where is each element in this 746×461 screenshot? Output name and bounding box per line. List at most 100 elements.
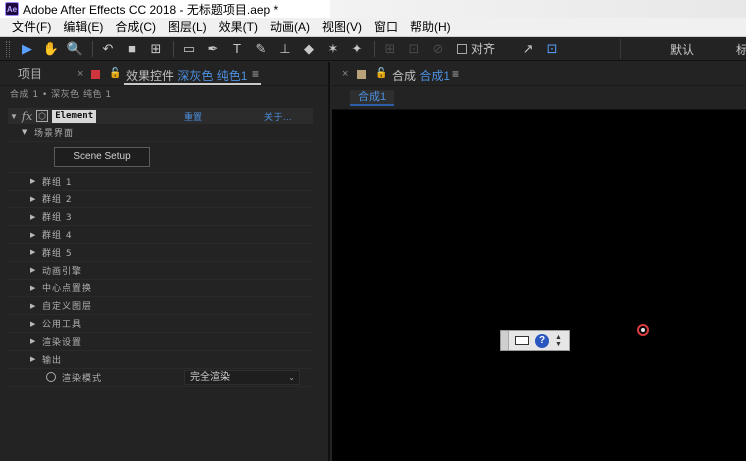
property-group[interactable]: ▶ 群组 4 [8, 226, 313, 244]
stopwatch-icon[interactable] [46, 372, 56, 383]
eraser-tool-icon[interactable]: ◆ [300, 40, 318, 58]
roto-brush-tool-icon[interactable]: ✶ [324, 40, 342, 58]
panel-menu-icon[interactable]: ≡ [452, 67, 459, 81]
menu-window[interactable]: 窗口 [368, 18, 404, 37]
menu-composition[interactable]: 合成(C) [109, 18, 162, 37]
close-icon[interactable]: × [77, 68, 83, 80]
layer-color-label [91, 70, 100, 79]
expand-triangle-icon[interactable]: ▶ [30, 231, 42, 239]
snap-target-icon[interactable]: ⊡ [543, 40, 561, 58]
composition-breadcrumb-bar: 合成1 [332, 86, 746, 110]
rotate-tool-icon[interactable]: ↶ [99, 40, 117, 58]
render-mode-label: 渲染模式 [62, 373, 103, 384]
property-group[interactable]: ▶ 渲染设置 [8, 333, 313, 351]
toolbar-grip[interactable] [6, 40, 10, 57]
title-bar: Ae Adobe After Effects CC 2018 - 无标题项目.a… [0, 0, 746, 18]
pan-behind-tool-icon[interactable]: ⊞ [147, 40, 165, 58]
close-icon[interactable]: × [342, 68, 348, 80]
element-target-icon[interactable] [637, 324, 649, 336]
property-group[interactable]: ▶ 输出 [8, 351, 313, 369]
tab-composition[interactable]: 合成 合成1 [392, 67, 450, 84]
view-axis-icon[interactable]: ⊘ [429, 40, 447, 58]
expand-triangle-icon[interactable]: ▶ [30, 355, 42, 363]
expand-triangle-icon[interactable]: ▶ [30, 195, 42, 203]
zoom-tool-icon[interactable]: 🔍 [66, 40, 84, 58]
menu-file[interactable]: 文件(F) [6, 18, 57, 37]
expand-triangle-icon[interactable]: ▶ [30, 177, 42, 185]
world-axis-icon[interactable]: ⊡ [405, 40, 423, 58]
tab-project[interactable]: 项目 [18, 65, 42, 82]
toolbar-grip[interactable] [501, 331, 509, 350]
effects-tab-target: 深灰色 纯色1 [177, 69, 248, 83]
comp-tab-label: 合成 [392, 69, 417, 83]
menu-bar: 文件(F) 编辑(E) 合成(C) 图层(L) 效果(T) 动画(A) 视图(V… [0, 18, 746, 37]
toolbar-divider [374, 40, 375, 57]
comp-navigator-chip[interactable]: 合成1 [350, 90, 395, 106]
menu-view[interactable]: 视图(V) [316, 18, 368, 37]
expand-triangle-icon[interactable]: ▶ [30, 266, 42, 274]
property-group[interactable]: ▶ 群组 5 [8, 244, 313, 262]
property-group[interactable]: ▶ 群组 1 [8, 173, 313, 191]
property-group[interactable]: ▶ 群组 3 [8, 208, 313, 227]
expand-triangle-icon[interactable]: ▶ [30, 248, 42, 256]
property-group[interactable]: ▶ 公用工具 [8, 315, 313, 333]
help-icon[interactable]: ? [535, 333, 549, 348]
workspace-standard[interactable]: 标 [736, 41, 746, 58]
expand-triangle-icon[interactable]: ▶ [30, 284, 42, 292]
selection-tool-icon[interactable]: ▶ [18, 40, 36, 58]
lock-icon[interactable]: 🔓 [375, 68, 387, 79]
floating-ime-toolbar[interactable]: ? ▲ ▼ [500, 330, 570, 351]
align-toggle[interactable]: 对齐 [457, 40, 519, 57]
camera-tool-icon[interactable]: ■ [123, 40, 141, 58]
type-tool-icon[interactable]: T [228, 40, 246, 58]
panel-menu-icon[interactable]: ≡ [252, 67, 259, 81]
expand-triangle-icon[interactable]: ▼ [10, 112, 18, 121]
property-label: 群组 1 [42, 177, 73, 188]
reset-link[interactable]: 重置 [184, 110, 202, 123]
render-mode-dropdown[interactable]: 完全渲染 ⌄ [184, 369, 300, 385]
scroll-arrows-icon[interactable]: ▲ ▼ [555, 334, 562, 348]
align-checkbox[interactable] [457, 43, 467, 54]
menu-layer[interactable]: 图层(L) [162, 18, 213, 37]
property-group-scene[interactable]: ▼ 场景界面 [8, 124, 313, 142]
menu-edit[interactable]: 编辑(E) [57, 18, 109, 37]
property-group[interactable]: ▶ 自定义图层 [8, 297, 313, 316]
local-axis-icon[interactable]: ⊞ [381, 40, 399, 58]
tab-effect-controls[interactable]: 效果控件 深灰色 纯色1 [126, 67, 247, 84]
property-group[interactable]: ▶ 中心点置换 [8, 280, 313, 298]
menu-help[interactable]: 帮助(H) [404, 18, 457, 37]
scene-setup-button[interactable]: Scene Setup [54, 146, 150, 167]
property-group[interactable]: ▶ 动画引擎 [8, 262, 313, 280]
fx-toggle-icon[interactable]: fx [22, 110, 32, 123]
expand-triangle-icon[interactable]: ▶ [30, 337, 42, 345]
property-label: 群组 2 [42, 195, 73, 206]
property-label: 群组 5 [42, 248, 73, 259]
pen-tool-icon[interactable]: ✒ [204, 40, 222, 58]
menu-animation[interactable]: 动画(A) [264, 18, 316, 37]
property-group[interactable]: ▶ 群组 2 [8, 191, 313, 209]
composition-viewer[interactable]: ? ▲ ▼ [332, 110, 746, 461]
expand-triangle-icon[interactable]: ▼ [22, 128, 34, 136]
after-effects-logo-icon: Ae [5, 2, 19, 16]
left-panel-tabs: 项目 × 🔓 效果控件 深灰色 纯色1 ≡ [0, 62, 328, 86]
brush-tool-icon[interactable]: ✎ [252, 40, 270, 58]
property-label: 自定义图层 [42, 302, 93, 313]
hand-tool-icon[interactable]: ✋ [42, 40, 60, 58]
workspace-default[interactable]: 默认 [670, 41, 694, 58]
expand-triangle-icon[interactable]: ▶ [30, 302, 42, 310]
about-link[interactable]: 关于... [264, 110, 292, 123]
lock-icon[interactable]: 🔓 [109, 68, 121, 79]
expand-triangle-icon[interactable]: ▶ [30, 213, 42, 221]
active-tab-underline [124, 83, 261, 85]
snap-arrow-icon[interactable]: ↗ [519, 40, 537, 58]
rectangle-tool-icon[interactable]: ▭ [180, 40, 198, 58]
property-label: 群组 3 [42, 213, 73, 224]
clone-stamp-tool-icon[interactable]: ⊥ [276, 40, 294, 58]
puppet-pin-tool-icon[interactable]: ✦ [348, 40, 366, 58]
menu-effect[interactable]: 效果(T) [213, 18, 264, 37]
keyboard-icon[interactable] [515, 336, 529, 345]
effect-header-row[interactable]: ▼ fx ⬡ Element 重置 关于... [8, 108, 313, 124]
property-label: 动画引擎 [42, 266, 83, 277]
effects-tab-label: 效果控件 [126, 69, 175, 83]
expand-triangle-icon[interactable]: ▶ [30, 320, 42, 328]
